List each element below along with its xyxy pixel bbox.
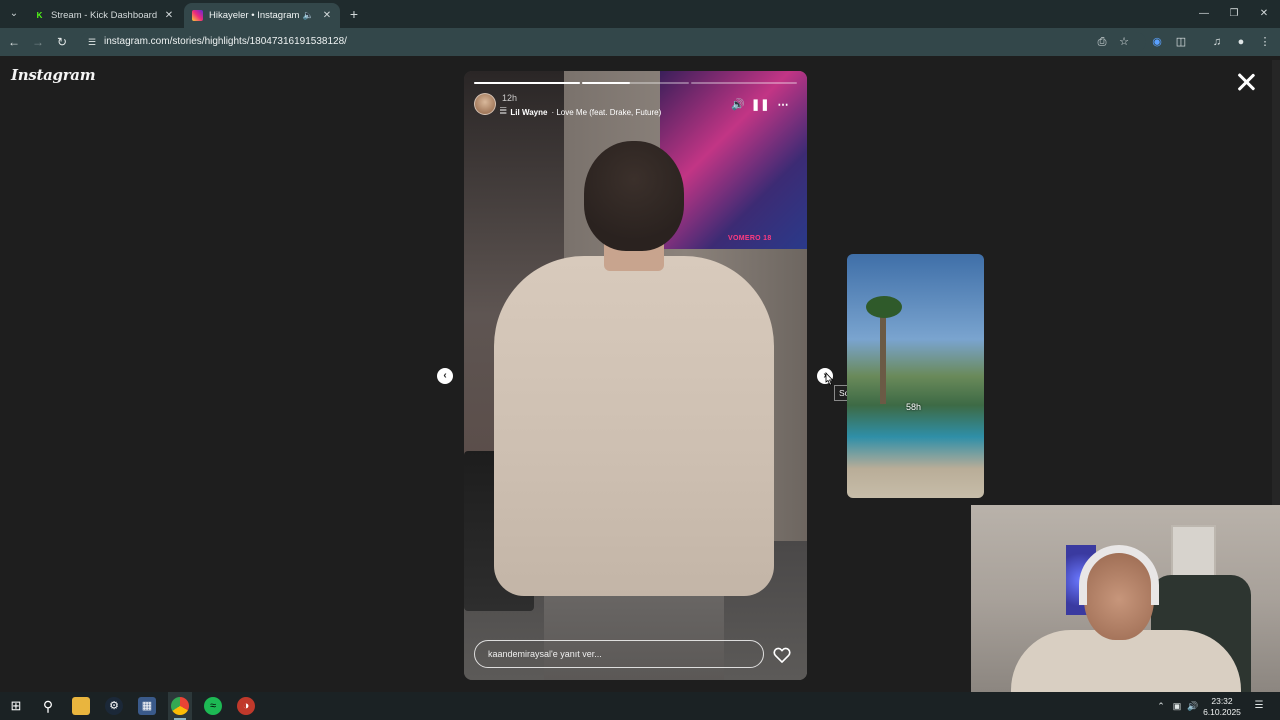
url-text[interactable]: instagram.com/stories/highlights/1804731… bbox=[104, 36, 347, 47]
webcam-overlay bbox=[971, 505, 1280, 692]
network-icon[interactable]: ▣ bbox=[1170, 699, 1184, 713]
extension-shield-icon[interactable]: ◉ bbox=[1149, 34, 1165, 50]
tab-close-icon[interactable]: ✕ bbox=[162, 10, 176, 21]
minimize-icon[interactable]: — bbox=[1192, 6, 1216, 22]
next-story-preview[interactable] bbox=[847, 254, 984, 498]
progress-segment bbox=[582, 82, 689, 84]
story-music-info[interactable]: 𝄚 Lil Wayne · Love Me (feat. Drake, Futu… bbox=[500, 107, 661, 117]
story-reply-input[interactable] bbox=[474, 640, 764, 668]
reload-icon[interactable]: ↻ bbox=[54, 34, 70, 50]
browser-tab-bar: ⌄ K Stream - Kick Dashboard ✕ Hikayeler … bbox=[0, 0, 1280, 28]
windows-start-icon[interactable]: ⊞ bbox=[7, 697, 25, 715]
file-explorer-icon[interactable] bbox=[72, 697, 90, 715]
music-note-icon: 𝄚 bbox=[500, 107, 507, 116]
preview-time-ago: 58h bbox=[906, 402, 922, 412]
window-close-icon[interactable]: ✕ bbox=[1252, 6, 1276, 22]
preview-palm-leaves bbox=[866, 296, 902, 318]
tab-title: Hikayeler • Instagram bbox=[209, 10, 300, 21]
address-bar[interactable]: ☰ instagram.com/stories/highlights/18047… bbox=[80, 32, 1146, 52]
preview-palm-trunk bbox=[880, 304, 886, 404]
music-artist: Lil Wayne bbox=[510, 107, 548, 117]
story-image-person-head bbox=[584, 141, 684, 251]
instagram-icon bbox=[192, 10, 203, 21]
volume-icon[interactable]: 🔊 bbox=[730, 97, 746, 113]
mouse-pointer-icon bbox=[825, 372, 834, 386]
progress-fill bbox=[474, 82, 581, 84]
tab-instagram-stories[interactable]: Hikayeler • Instagram 🔈 ✕ bbox=[184, 3, 340, 28]
profile-avatar-icon[interactable]: ● bbox=[1233, 34, 1249, 50]
clock-time: 23:32 bbox=[1211, 696, 1233, 706]
close-viewer-icon[interactable] bbox=[1236, 72, 1256, 92]
store-icon[interactable]: ▦ bbox=[138, 697, 156, 715]
forward-icon[interactable]: → bbox=[30, 34, 46, 50]
progress-fill bbox=[582, 82, 631, 84]
screen: ⌄ K Stream - Kick Dashboard ✕ Hikayeler … bbox=[0, 0, 1280, 720]
restore-icon[interactable]: ❐ bbox=[1222, 6, 1246, 22]
music-title: · Love Me (feat. Drake, Future) bbox=[551, 107, 662, 117]
instagram-logo[interactable]: Instagram bbox=[11, 66, 96, 84]
new-tab-button[interactable]: + bbox=[346, 6, 362, 22]
windows-taskbar: ⊞ ⚲ ⚙ ▦ ≈ ◑ ⌃ ▣ 🔊 23:32 6.10.2025 ☰ bbox=[0, 692, 1280, 720]
story-card[interactable]: VOMERO 18 12h 𝄚 Lil Wayne · Love Me (fea… bbox=[464, 71, 807, 680]
bookmark-star-icon[interactable]: ☆ bbox=[1116, 34, 1132, 50]
tab-audio-icon[interactable]: 🔈 bbox=[303, 10, 314, 21]
browser-menu-icon[interactable]: ⋮ bbox=[1257, 34, 1273, 50]
tab-title: Stream - Kick Dashboard bbox=[51, 10, 158, 21]
steam-icon[interactable]: ⚙ bbox=[105, 697, 123, 715]
screen-ad-text: VOMERO 18 bbox=[728, 235, 772, 242]
extensions-puzzle-icon[interactable]: ◫ bbox=[1173, 34, 1189, 50]
install-app-icon[interactable]: ⎙ bbox=[1094, 34, 1110, 50]
progress-segment bbox=[474, 82, 581, 84]
search-icon[interactable]: ⚲ bbox=[39, 697, 57, 715]
browser-toolbar: ← → ↻ ☰ instagram.com/stories/highlights… bbox=[0, 28, 1280, 56]
story-image-person-body bbox=[494, 256, 774, 596]
clock-date: 6.10.2025 bbox=[1203, 707, 1241, 717]
kick-icon: K bbox=[34, 10, 45, 21]
tab-close-icon[interactable]: ✕ bbox=[320, 10, 334, 21]
back-icon[interactable]: ← bbox=[6, 34, 22, 50]
pause-icon[interactable]: ❚❚ bbox=[751, 97, 769, 113]
media-control-icon[interactable]: ♫ bbox=[1209, 34, 1225, 50]
tab-search-chevron-icon[interactable]: ⌄ bbox=[5, 6, 23, 22]
story-progress-bar bbox=[474, 82, 797, 84]
previous-story-arrow-icon[interactable]: ‹ bbox=[437, 368, 453, 384]
chrome-icon[interactable] bbox=[171, 697, 189, 715]
app-icon[interactable]: ◑ bbox=[237, 697, 255, 715]
tab-kick-dashboard[interactable]: K Stream - Kick Dashboard ✕ bbox=[26, 3, 182, 28]
like-heart-icon[interactable] bbox=[772, 645, 792, 665]
site-info-icon[interactable]: ☰ bbox=[86, 36, 98, 48]
taskbar-clock[interactable]: 23:32 6.10.2025 bbox=[1198, 696, 1246, 718]
tray-chevron-icon[interactable]: ⌃ bbox=[1154, 699, 1168, 713]
story-viewer-page: Instagram VOMERO 18 12h 𝄚 Lil Wayne · Lo… bbox=[0, 56, 1280, 692]
notifications-icon[interactable]: ☰ bbox=[1252, 699, 1266, 713]
spotify-icon[interactable]: ≈ bbox=[204, 697, 222, 715]
more-options-icon[interactable]: ⋯ bbox=[775, 97, 791, 113]
story-author-avatar[interactable] bbox=[474, 93, 496, 115]
progress-segment bbox=[690, 82, 797, 84]
story-time-ago: 12h bbox=[502, 93, 518, 103]
